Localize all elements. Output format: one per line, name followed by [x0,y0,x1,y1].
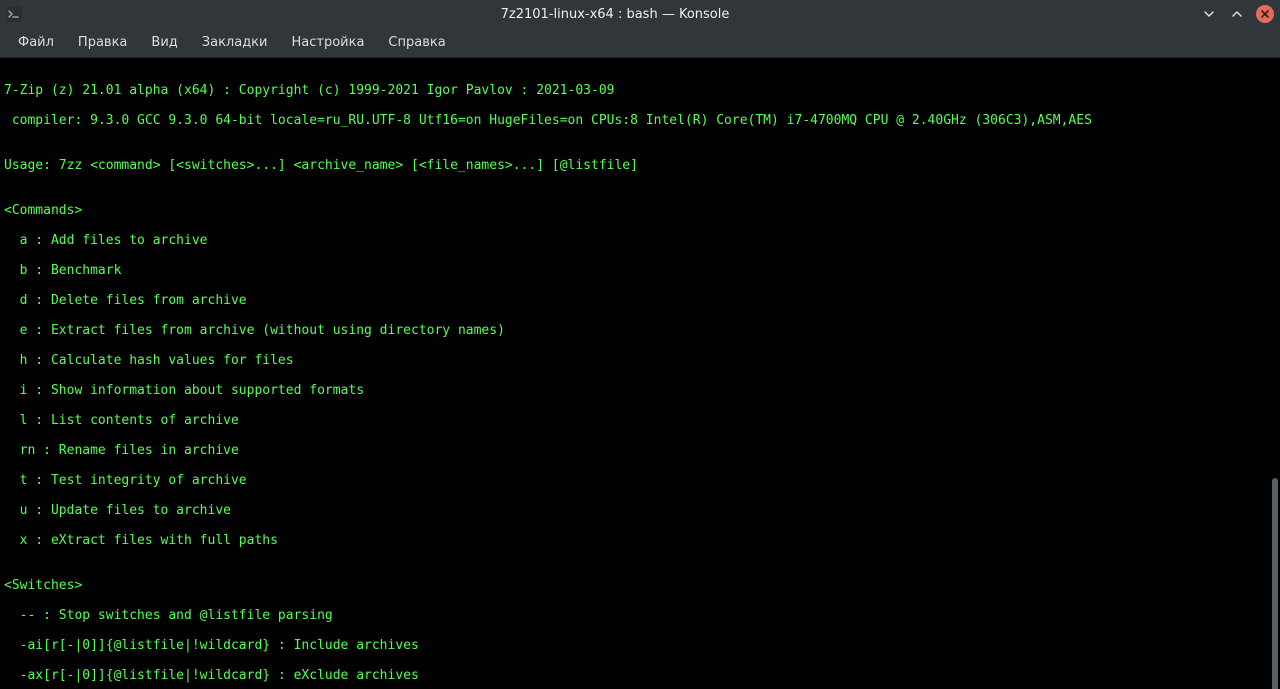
terminal-line: t : Test integrity of archive [4,473,1276,488]
menubar: Файл Правка Вид Закладки Настройка Справ… [0,28,1280,58]
terminal-line: -- : Stop switches and @listfile parsing [4,608,1276,623]
menu-settings[interactable]: Настройка [279,31,376,54]
titlebar: 7z2101-linux-x64 : bash — Konsole [0,0,1280,28]
terminal-line: e : Extract files from archive (without … [4,323,1276,338]
maximize-button[interactable] [1228,5,1246,23]
window-controls [1200,5,1274,23]
terminal-line: -ax[r[-|0]]{@listfile|!wildcard} : eXclu… [4,668,1276,683]
terminal-line: Usage: 7zz <command> [<switches>...] <ar… [4,158,1276,173]
terminal-line: b : Benchmark [4,263,1276,278]
terminal-line: <Commands> [4,203,1276,218]
close-button[interactable] [1256,5,1274,23]
terminal-line: -ai[r[-|0]]{@listfile|!wildcard} : Inclu… [4,638,1276,653]
terminal-line: x : eXtract files with full paths [4,533,1276,548]
terminal-line: compiler: 9.3.0 GCC 9.3.0 64-bit locale=… [4,113,1276,128]
terminal-line: a : Add files to archive [4,233,1276,248]
scrollbar[interactable] [1272,478,1278,689]
terminal-output[interactable]: 7-Zip (z) 21.01 alpha (x64) : Copyright … [0,58,1280,689]
terminal-line: <Switches> [4,578,1276,593]
menu-help[interactable]: Справка [376,31,457,54]
terminal-line: i : Show information about supported for… [4,383,1276,398]
terminal-line: l : List contents of archive [4,413,1276,428]
terminal-line: u : Update files to archive [4,503,1276,518]
window-title: 7z2101-linux-x64 : bash — Konsole [30,7,1200,22]
menu-view[interactable]: Вид [139,31,189,54]
app-icon [6,6,22,22]
menu-bookmarks[interactable]: Закладки [190,31,280,54]
menu-file[interactable]: Файл [6,31,66,54]
terminal-line: 7-Zip (z) 21.01 alpha (x64) : Copyright … [4,83,1276,98]
menu-edit[interactable]: Правка [66,31,139,54]
minimize-button[interactable] [1200,5,1218,23]
terminal-line: rn : Rename files in archive [4,443,1276,458]
terminal-line: h : Calculate hash values for files [4,353,1276,368]
terminal-line: d : Delete files from archive [4,293,1276,308]
